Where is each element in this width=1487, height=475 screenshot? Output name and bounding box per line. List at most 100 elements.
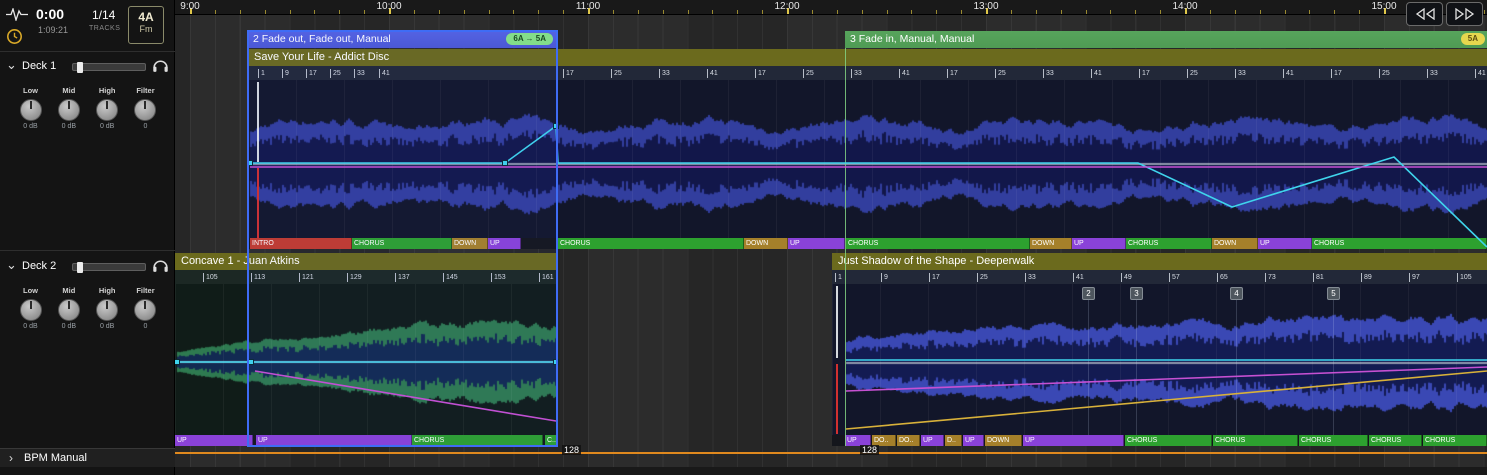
segment-chorus[interactable]: CHORUS xyxy=(1213,435,1298,446)
ruler-tick xyxy=(1110,10,1111,14)
eq-label: High xyxy=(90,86,125,95)
collapse-chevron-icon[interactable]: ⌄ xyxy=(6,257,17,273)
ruler-tick xyxy=(513,10,514,14)
eq-value: 0 dB xyxy=(90,123,125,130)
waveform[interactable] xyxy=(832,284,1487,435)
cue-marker[interactable]: 2 xyxy=(1082,287,1095,300)
segment-up[interactable]: UP xyxy=(1023,435,1124,446)
transition-block-fade-in[interactable]: 3 Fade in, Manual, Manual 5A xyxy=(845,31,1487,48)
cue-marker[interactable]: 3 xyxy=(1130,287,1143,300)
segment-up[interactable]: UP xyxy=(1072,238,1126,249)
track-title-bar[interactable]: Just Shadow of the Shape - Deeperwalk xyxy=(832,253,1487,270)
eq-label: High xyxy=(90,286,125,295)
eq-knob-low[interactable] xyxy=(20,299,42,321)
ruler-tick xyxy=(812,10,813,14)
ruler-tick xyxy=(1484,10,1485,14)
segment-intro[interactable]: INTRO xyxy=(250,238,352,249)
segment-chorus[interactable]: CHORUS xyxy=(1125,435,1212,446)
track-deck2-concave-1[interactable]: Concave 1 - Juan Atkins 1051131211291371… xyxy=(175,253,558,446)
beat-number: 81 xyxy=(1313,273,1324,282)
segment-chorus[interactable]: CHORUS xyxy=(1299,435,1368,446)
slider-handle[interactable] xyxy=(77,262,83,273)
skip-previous-button[interactable] xyxy=(1406,2,1443,26)
cue-marker[interactable]: 4 xyxy=(1230,287,1243,300)
eq-label: Mid xyxy=(51,86,86,95)
eq-value: 0 dB xyxy=(51,123,86,130)
segment-c[interactable]: C.. xyxy=(545,435,558,446)
segment-chorus[interactable]: CHORUS xyxy=(1126,238,1212,249)
track-position: 1/14 xyxy=(92,8,115,22)
eq-knob-high[interactable] xyxy=(96,299,118,321)
ruler-tick xyxy=(737,10,738,14)
bpm-lane-header[interactable]: › BPM Manual xyxy=(0,448,175,467)
segment-up[interactable]: UP xyxy=(963,435,984,446)
beat-number: 33 xyxy=(659,69,670,78)
track-title-bar[interactable]: Save Your Life - Addict Disc xyxy=(248,49,1487,66)
segment-do[interactable]: DO.. xyxy=(897,435,920,446)
eq-knob-high[interactable] xyxy=(96,99,118,121)
beat-number: 97 xyxy=(1409,273,1420,282)
tracks-label: TRACKS xyxy=(89,25,120,32)
headphones-icon[interactable] xyxy=(152,58,169,73)
beat-number: 17 xyxy=(1331,69,1342,78)
segment-up[interactable]: UP xyxy=(1258,238,1312,249)
segment-down[interactable]: DOWN xyxy=(744,238,788,249)
segment-chorus[interactable]: CHORUS xyxy=(352,238,452,249)
eq-value: 0 xyxy=(128,123,163,130)
eq-knob-mid[interactable] xyxy=(58,299,80,321)
deck1-volume-slider[interactable] xyxy=(72,63,146,71)
collapse-chevron-icon[interactable]: ⌄ xyxy=(6,57,17,73)
time-ruler[interactable]: 9:0010:0011:0012:0013:0014:0015:00 xyxy=(175,0,1487,15)
segment-chorus[interactable]: CHORUS xyxy=(1369,435,1422,446)
segment-chorus[interactable]: CHORUS xyxy=(1312,238,1487,249)
waveform[interactable] xyxy=(248,80,1487,238)
segment-up[interactable]: UP xyxy=(921,435,944,446)
segment-d[interactable]: D.. xyxy=(945,435,962,446)
headphones-icon[interactable] xyxy=(152,258,169,273)
eq-knob-low[interactable] xyxy=(20,99,42,121)
segment-up[interactable]: UP xyxy=(256,435,412,446)
segment-up[interactable]: UP xyxy=(488,238,521,249)
segment-down[interactable]: DOWN xyxy=(1030,238,1072,249)
ruler-hour-label: 9:00 xyxy=(180,1,199,12)
segment-down[interactable]: DOWN xyxy=(985,435,1022,446)
eq-value: 0 dB xyxy=(13,323,48,330)
segment-chorus[interactable]: CHORUS xyxy=(1423,435,1487,446)
skip-next-button[interactable] xyxy=(1446,2,1483,26)
deck-name: Deck 1 xyxy=(22,60,56,72)
waveform[interactable] xyxy=(175,284,558,435)
transition-label: 2 Fade out, Fade out, Manual xyxy=(253,33,391,45)
eq-knob-filter[interactable] xyxy=(134,99,156,121)
segment-down[interactable]: DOWN xyxy=(1212,238,1258,249)
eq-knob-filter[interactable] xyxy=(134,299,156,321)
ruler-tick xyxy=(712,10,713,14)
beat-number: 25 xyxy=(977,273,988,282)
ruler-tick xyxy=(613,10,614,14)
beat-number: 33 xyxy=(851,69,862,78)
segment-chorus[interactable]: CHORUS xyxy=(846,238,1030,249)
segment-up[interactable]: UP xyxy=(788,238,845,249)
beat-number: 73 xyxy=(1265,273,1276,282)
segment-chorus[interactable]: CHORUS xyxy=(558,238,744,249)
track-deck1-save-your-life[interactable]: Save Your Life - Addict Disc 19172533411… xyxy=(248,49,1487,249)
segment-down[interactable]: DOWN xyxy=(452,238,488,249)
track-deck2-just-shadow[interactable]: Just Shadow of the Shape - Deeperwalk 19… xyxy=(832,253,1487,446)
beat-number: 9 xyxy=(282,69,289,78)
expand-chevron-icon[interactable]: › xyxy=(9,451,13,465)
slider-handle[interactable] xyxy=(77,62,83,73)
deck2-volume-slider[interactable] xyxy=(72,263,146,271)
transition-block-fade-out[interactable]: 2 Fade out, Fade out, Manual 6A → 5A xyxy=(248,31,558,48)
cue-marker[interactable]: 5 xyxy=(1327,287,1340,300)
eq-label: Filter xyxy=(128,86,163,95)
eq-knob-mid[interactable] xyxy=(58,99,80,121)
segment-up[interactable]: UP xyxy=(175,435,253,446)
ruler-tick xyxy=(314,10,315,14)
bpm-lane-label: BPM Manual xyxy=(24,452,87,464)
track-title-bar[interactable]: Concave 1 - Juan Atkins xyxy=(175,253,558,270)
beat-number: 25 xyxy=(330,69,341,78)
segment-chorus[interactable]: CHORUS xyxy=(412,435,543,446)
ruler-tick xyxy=(1086,10,1087,14)
ruler-tick xyxy=(961,10,962,14)
beat-number: 25 xyxy=(1187,69,1198,78)
ruler-tick xyxy=(1011,10,1012,14)
